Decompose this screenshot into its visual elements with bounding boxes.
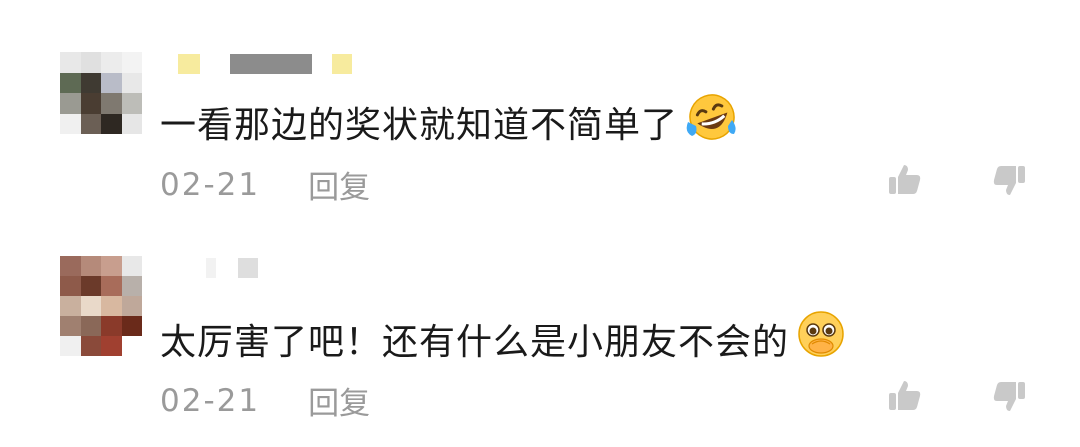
comment-text: 太厉害了吧！还有什么是小朋友不会的 [160, 308, 847, 369]
thumbs-up-icon [884, 376, 924, 420]
comment-text: 一看那边的奖状就知道不简单了 [160, 92, 740, 151]
username-redacted[interactable] [178, 52, 352, 76]
reply-button[interactable]: 回复 [308, 162, 370, 207]
like-button[interactable] [874, 368, 934, 428]
pleading-face-icon [795, 308, 847, 369]
thumbs-down-icon [990, 376, 1030, 420]
comment-text-content: 一看那边的奖状就知道不简单了 [160, 104, 679, 146]
avatar[interactable] [60, 52, 142, 134]
like-button[interactable] [874, 152, 934, 212]
comment-item: 太厉害了吧！还有什么是小朋友不会的 02-21 回复 [0, 218, 1080, 438]
username-redacted[interactable] [178, 256, 258, 280]
comment-meta: 02-21 回复 [160, 378, 370, 423]
avatar[interactable] [60, 256, 142, 356]
reply-button[interactable]: 回复 [308, 378, 370, 423]
comment-text-content: 太厉害了吧！还有什么是小朋友不会的 [160, 321, 790, 363]
dislike-button[interactable] [980, 368, 1040, 428]
thumbs-up-icon [884, 160, 924, 204]
laughing-tears-icon [684, 92, 740, 151]
comment-meta: 02-21 回复 [160, 162, 370, 207]
comment-date: 02-21 [160, 382, 261, 419]
dislike-button[interactable] [980, 152, 1040, 212]
thumbs-down-icon [990, 160, 1030, 204]
comment-date: 02-21 [160, 166, 261, 203]
comment-item: 一看那边的奖状就知道不简单了 02-21 回复 [0, 0, 1080, 220]
